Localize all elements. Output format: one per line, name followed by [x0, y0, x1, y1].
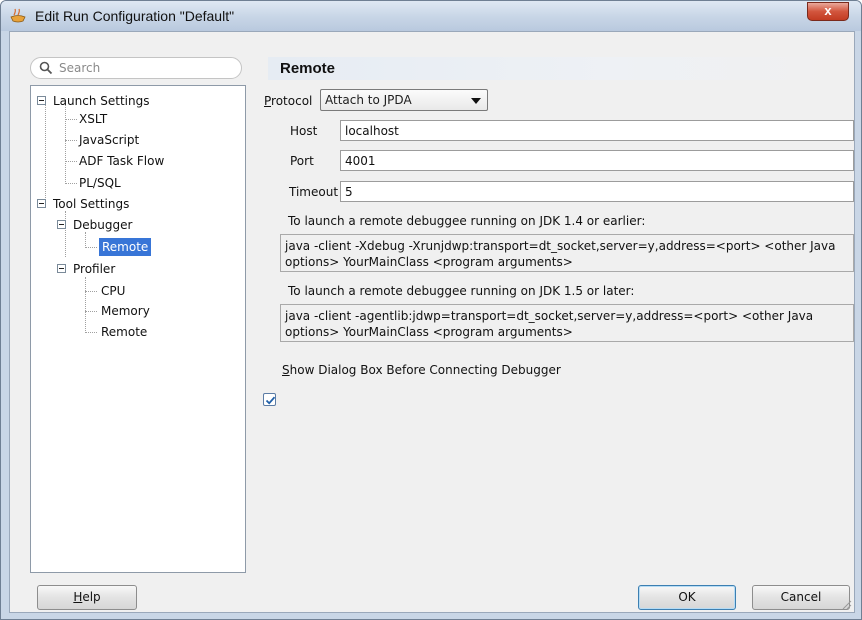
close-icon: x	[824, 3, 832, 18]
show-dialog-label[interactable]: Show Dialog Box Before Connecting Debugg…	[282, 363, 561, 377]
search-box[interactable]	[30, 57, 242, 79]
coffee-cup-icon	[9, 8, 27, 24]
timeout-field[interactable]	[340, 181, 854, 202]
resize-grip-icon[interactable]	[840, 598, 852, 610]
ok-button[interactable]: OK	[638, 585, 736, 610]
host-field[interactable]	[340, 120, 854, 141]
tree-item-launch-settings[interactable]: Launch Settings	[31, 92, 241, 110]
timeout-label: Timeout	[289, 185, 339, 199]
protocol-select[interactable]: Attach to JPDA	[320, 89, 488, 111]
tree-item-javascript[interactable]: JavaScript	[31, 131, 241, 149]
tree-item-debugger-remote[interactable]: Remote	[31, 238, 241, 256]
tree-item-adf-task-flow[interactable]: ADF Task Flow	[31, 152, 241, 170]
tree-item-plsql[interactable]: PL/SQL	[31, 174, 241, 192]
tree-item-memory[interactable]: Memory	[31, 302, 241, 320]
close-button[interactable]: x	[807, 2, 849, 21]
tree-item-xslt[interactable]: XSLT	[31, 110, 241, 128]
section-header: Remote	[268, 57, 846, 80]
collapse-icon[interactable]	[37, 199, 46, 208]
search-icon	[39, 61, 53, 75]
protocol-value: Attach to JPDA	[325, 93, 412, 107]
dialog-body: Launch Settings XSLT JavaScript ADF Task…	[9, 31, 855, 613]
collapse-icon[interactable]	[57, 220, 66, 229]
cancel-button[interactable]: Cancel	[752, 585, 850, 610]
port-label: Port	[290, 154, 314, 168]
checkmark-icon	[265, 396, 276, 405]
jdk14-label: To launch a remote debuggee running on J…	[288, 214, 646, 228]
jdk15-command: java -client -agentlib:jdwp=transport=dt…	[280, 304, 854, 342]
jdk15-label: To launch a remote debuggee running on J…	[288, 284, 635, 298]
tree-item-cpu[interactable]: CPU	[31, 282, 241, 300]
settings-tree: Launch Settings XSLT JavaScript ADF Task…	[30, 85, 246, 573]
jdk14-command: java -client -Xdebug -Xrunjdwp:transport…	[280, 234, 854, 272]
help-button[interactable]: Help	[37, 585, 137, 610]
host-label: Host	[290, 124, 318, 138]
protocol-label: Protocol	[264, 94, 313, 108]
collapse-icon[interactable]	[57, 264, 66, 273]
tree-item-profiler[interactable]: Profiler	[31, 260, 241, 278]
dialog-window: Edit Run Configuration "Default" x Searc…	[0, 0, 862, 620]
tree-item-profiler-remote[interactable]: Remote	[31, 323, 241, 341]
title-bar[interactable]: Edit Run Configuration "Default" x	[1, 1, 861, 31]
window-title: Edit Run Configuration "Default"	[35, 8, 235, 24]
tree-item-debugger[interactable]: Debugger	[31, 216, 241, 234]
tree-item-tool-settings[interactable]: Tool Settings	[31, 195, 241, 213]
collapse-icon[interactable]	[37, 96, 46, 105]
port-field[interactable]	[340, 150, 854, 171]
chevron-down-icon	[471, 98, 481, 104]
show-dialog-checkbox[interactable]	[263, 393, 276, 406]
section-title: Remote	[280, 60, 336, 77]
search-input[interactable]	[59, 60, 229, 76]
